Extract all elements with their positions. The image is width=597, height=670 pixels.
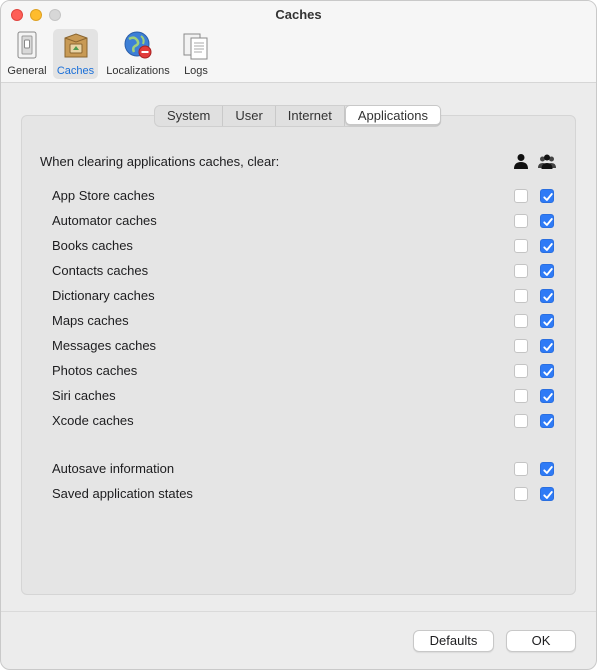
toolbar-label-caches: Caches (56, 65, 95, 77)
all-users-checkbox[interactable] (540, 289, 554, 303)
toolbar-label-localizations: Localizations (106, 65, 170, 77)
all-users-checkbox[interactable] (540, 414, 554, 428)
option-label: App Store caches (52, 188, 155, 203)
applications-pane (21, 115, 576, 595)
defaults-button[interactable]: Defaults (413, 630, 494, 652)
user-checkbox[interactable] (514, 289, 528, 303)
user-checkbox[interactable] (514, 314, 528, 328)
option-label: Books caches (52, 238, 133, 253)
cache-type-tabs: System User Internet Applications (154, 105, 441, 127)
user-checkbox[interactable] (514, 487, 528, 501)
option-label: Maps caches (52, 313, 129, 328)
all-users-checkbox[interactable] (540, 239, 554, 253)
user-checkbox[interactable] (514, 462, 528, 476)
all-users-checkbox[interactable] (540, 189, 554, 203)
user-checkbox[interactable] (514, 214, 528, 228)
option-label: Dictionary caches (52, 288, 155, 303)
user-checkbox[interactable] (514, 364, 528, 378)
user-checkbox[interactable] (514, 239, 528, 253)
caches-box-icon (64, 33, 87, 58)
all-users-checkbox[interactable] (540, 339, 554, 353)
user-checkbox[interactable] (514, 339, 528, 353)
preferences-window: Caches General Caches Localizations Logs… (0, 0, 597, 670)
titlebar: Caches General Caches Localizations Logs (1, 1, 596, 83)
single-user-icon (514, 154, 528, 169)
tab-internet[interactable]: Internet (276, 106, 345, 126)
user-checkbox[interactable] (514, 264, 528, 278)
user-checkbox[interactable] (514, 389, 528, 403)
toolbar-label-general: General (7, 65, 47, 77)
tab-user[interactable]: User (223, 106, 276, 126)
all-users-checkbox[interactable] (540, 314, 554, 328)
user-checkbox[interactable] (514, 189, 528, 203)
general-switch-icon (17, 31, 37, 59)
option-label: Photos caches (52, 363, 138, 378)
tab-applications[interactable]: Applications (344, 105, 441, 125)
toolbar-label-logs: Logs (184, 65, 208, 77)
all-users-checkbox[interactable] (540, 364, 554, 378)
tab-system[interactable]: System (155, 106, 224, 126)
option-label: Messages caches (52, 338, 157, 353)
footer-divider (1, 611, 596, 612)
option-label: Siri caches (52, 388, 116, 403)
multiple-users-icon (538, 154, 556, 169)
all-users-checkbox[interactable] (540, 487, 554, 501)
toolbar-item-logs[interactable]: Logs (179, 29, 213, 79)
option-label: Contacts caches (52, 263, 149, 278)
all-users-checkbox[interactable] (540, 264, 554, 278)
all-users-checkbox[interactable] (540, 214, 554, 228)
option-label: Automator caches (52, 213, 157, 228)
option-label: Xcode caches (52, 413, 134, 428)
all-users-checkbox[interactable] (540, 462, 554, 476)
user-checkbox[interactable] (514, 414, 528, 428)
toolbar-item-localizations[interactable]: Localizations (102, 29, 174, 79)
documents-icon (183, 33, 208, 60)
toolbar-item-caches[interactable]: Caches (53, 29, 98, 79)
globe-icon (124, 31, 152, 59)
option-label: Autosave information (52, 461, 175, 476)
option-label: Saved application states (52, 486, 193, 501)
ok-button[interactable]: OK (506, 630, 576, 652)
section-header: When clearing applications caches, clear… (40, 154, 280, 169)
window-title: Caches (275, 7, 322, 22)
all-users-checkbox[interactable] (540, 389, 554, 403)
toolbar-item-general[interactable]: General (5, 29, 49, 79)
